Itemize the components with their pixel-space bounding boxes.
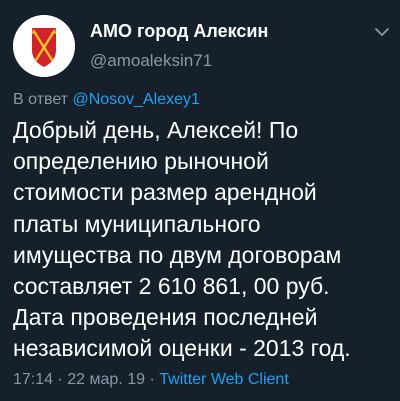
chevron-down-icon[interactable] xyxy=(374,26,390,38)
author-handle[interactable]: @amoaleksin71 xyxy=(90,51,212,71)
coat-of-arms-icon xyxy=(13,15,75,77)
reply-mention-link[interactable]: @Nosov_Alexey1 xyxy=(72,91,199,108)
tweet-date[interactable]: 22 мар. 19 xyxy=(67,371,145,388)
author-name[interactable]: АМО город Алексин xyxy=(90,21,268,42)
meta-separator: · xyxy=(149,371,155,388)
tweet-meta: 17:14 · 22 мар. 19 · Twitter Web Client xyxy=(13,371,289,389)
tweet-card: АМО город Алексин @amoaleksin71 В ответ … xyxy=(0,0,400,401)
reply-context: В ответ @Nosov_Alexey1 xyxy=(13,91,200,109)
reply-prefix: В ответ xyxy=(13,91,69,108)
tweet-time[interactable]: 17:14 xyxy=(13,371,53,388)
client-link[interactable]: Twitter Web Client xyxy=(159,371,289,388)
meta-separator: · xyxy=(57,371,63,388)
avatar[interactable] xyxy=(13,15,75,77)
tweet-text: Добрый день, Алексей! По определению рын… xyxy=(13,117,351,362)
